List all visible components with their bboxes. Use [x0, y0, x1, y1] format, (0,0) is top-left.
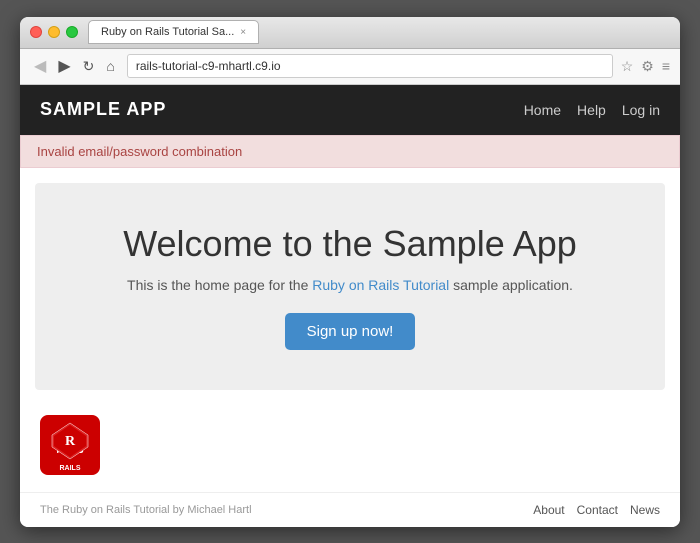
menu-icon[interactable]: ≡	[662, 58, 670, 74]
app-brand[interactable]: SAMPLE APP	[40, 99, 166, 120]
rails-logo: RAILS R RAILS	[40, 415, 100, 475]
nav-link-help[interactable]: Help	[577, 102, 606, 118]
nav-link-login[interactable]: Log in	[622, 102, 660, 118]
maximize-button[interactable]	[66, 26, 78, 38]
minimize-button[interactable]	[48, 26, 60, 38]
refresh-button[interactable]: ↻	[79, 56, 99, 77]
url-bar[interactable]: rails-tutorial-c9-mhartl.c9.io	[127, 54, 613, 78]
app-footer: The Ruby on Rails Tutorial by Michael Ha…	[20, 492, 680, 527]
settings-icon[interactable]: ⚙	[641, 58, 654, 75]
alert-message: Invalid email/password combination	[20, 135, 680, 168]
nav-buttons: ◀ ▶ ↻ ⌂	[30, 54, 119, 78]
footer-link-about[interactable]: About	[533, 503, 564, 517]
subtitle-after: sample application.	[449, 277, 573, 293]
browser-window: Ruby on Rails Tutorial Sa... × ◀ ▶ ↻ ⌂ r…	[20, 17, 680, 527]
hero-title: Welcome to the Sample App	[65, 223, 635, 265]
rails-logo-section: RAILS R RAILS	[20, 405, 680, 490]
tab-title: Ruby on Rails Tutorial Sa...	[101, 26, 234, 38]
browser-content: SAMPLE APP Home Help Log in Invalid emai…	[20, 85, 680, 527]
footer-link-news[interactable]: News	[630, 503, 660, 517]
svg-text:R: R	[65, 434, 76, 449]
close-button[interactable]	[30, 26, 42, 38]
traffic-lights	[30, 26, 78, 38]
address-bar: ◀ ▶ ↻ ⌂ rails-tutorial-c9-mhartl.c9.io ☆…	[20, 49, 680, 85]
hero-section: Welcome to the Sample App This is the ho…	[35, 183, 665, 390]
nav-link-home[interactable]: Home	[524, 102, 561, 118]
app-navbar: SAMPLE APP Home Help Log in	[20, 85, 680, 135]
tab-bar: Ruby on Rails Tutorial Sa... ×	[88, 20, 662, 44]
address-icons: ☆ ⚙ ≡	[621, 58, 670, 75]
svg-text:RAILS: RAILS	[60, 465, 81, 472]
bookmark-icon[interactable]: ☆	[621, 58, 634, 75]
tab-close-button[interactable]: ×	[240, 27, 246, 38]
url-text: rails-tutorial-c9-mhartl.c9.io	[136, 59, 281, 73]
home-button[interactable]: ⌂	[102, 56, 118, 76]
signup-button[interactable]: Sign up now!	[285, 313, 416, 350]
title-bar: Ruby on Rails Tutorial Sa... ×	[20, 17, 680, 49]
footer-link-contact[interactable]: Contact	[577, 503, 618, 517]
footer-links: About Contact News	[533, 503, 660, 517]
browser-tab[interactable]: Ruby on Rails Tutorial Sa... ×	[88, 20, 259, 44]
forward-button[interactable]: ▶	[54, 54, 74, 78]
footer-text: The Ruby on Rails Tutorial by Michael Ha…	[40, 504, 252, 516]
subtitle-before: This is the home page for the	[127, 277, 312, 293]
back-button[interactable]: ◀	[30, 54, 50, 78]
subtitle-link[interactable]: Ruby on Rails Tutorial	[312, 277, 449, 293]
app-nav-links: Home Help Log in	[524, 102, 660, 118]
alert-text: Invalid email/password combination	[37, 144, 242, 159]
hero-subtitle: This is the home page for the Ruby on Ra…	[65, 277, 635, 293]
